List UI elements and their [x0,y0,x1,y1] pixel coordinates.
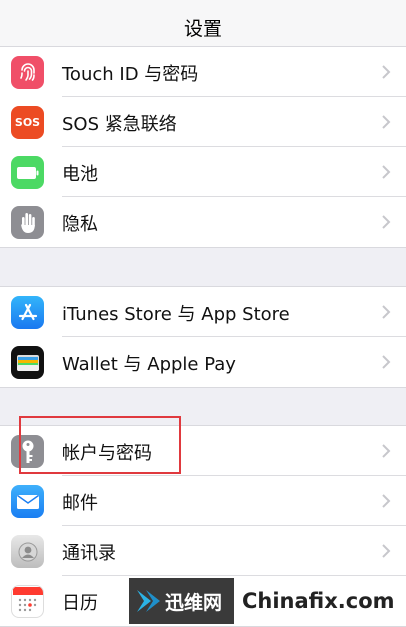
nav-bar: 设置 [0,0,406,50]
chevron-right-icon [382,544,391,558]
battery-icon [11,156,44,189]
settings-group-2: iTunes Store 与 App Store Wallet 与 Apple … [0,286,406,388]
settings-row-label: Wallet 与 Apple Pay [62,354,236,375]
watermark-brand-cn: 迅维网 [165,591,223,614]
watermark-arrow-icon [137,590,160,612]
settings-row-itunes-app-store[interactable]: iTunes Store 与 App Store [0,287,406,337]
chevron-right-icon [382,165,391,179]
chevron-right-icon [382,215,391,229]
settings-row-mail[interactable]: 邮件 [0,476,406,526]
chevron-right-icon [382,355,391,369]
hand-icon [11,206,44,239]
settings-row-label: 隐私 [62,214,98,235]
chevron-right-icon [382,115,391,129]
watermark-domain: Chinafix.com [234,578,406,624]
settings-group-1: Touch ID 与密码 SOS SOS 紧急联络 电池 隐私 [0,46,406,248]
settings-row-wallet[interactable]: Wallet 与 Apple Pay [0,337,406,387]
chevron-right-icon [382,65,391,79]
chevron-right-icon [382,305,391,319]
chevron-right-icon [382,444,391,458]
sos-icon: SOS [11,106,44,139]
contacts-icon [11,535,44,568]
settings-row-touch-id[interactable]: Touch ID 与密码 [0,47,406,97]
settings-row-label: SOS 紧急联络 [62,114,177,135]
watermark-logo: 迅维网 [129,578,234,624]
settings-row-privacy[interactable]: 隐私 [0,197,406,247]
settings-row-label: 日历 [62,593,98,614]
calendar-icon [11,585,44,618]
highlight-box [19,416,181,474]
watermark: 迅维网 Chinafix.com [129,578,406,624]
watermark-brand-en: Chinafix.com [242,589,395,613]
app-store-icon [11,296,44,329]
chevron-right-icon [382,494,391,508]
page-title: 设置 [183,18,222,40]
mail-icon [11,485,44,518]
settings-row-label: Touch ID 与密码 [62,64,199,85]
settings-row-label: 电池 [62,164,98,185]
settings-row-contacts[interactable]: 通讯录 [0,526,406,576]
settings-row-sos[interactable]: SOS SOS 紧急联络 [0,97,406,147]
settings-row-battery[interactable]: 电池 [0,147,406,197]
settings-row-label: 通讯录 [62,543,116,564]
fingerprint-icon [11,56,44,89]
wallet-icon [11,346,44,379]
settings-row-label: 邮件 [62,493,98,514]
sos-icon-text: SOS [14,116,41,129]
settings-row-label: iTunes Store 与 App Store [62,304,290,325]
